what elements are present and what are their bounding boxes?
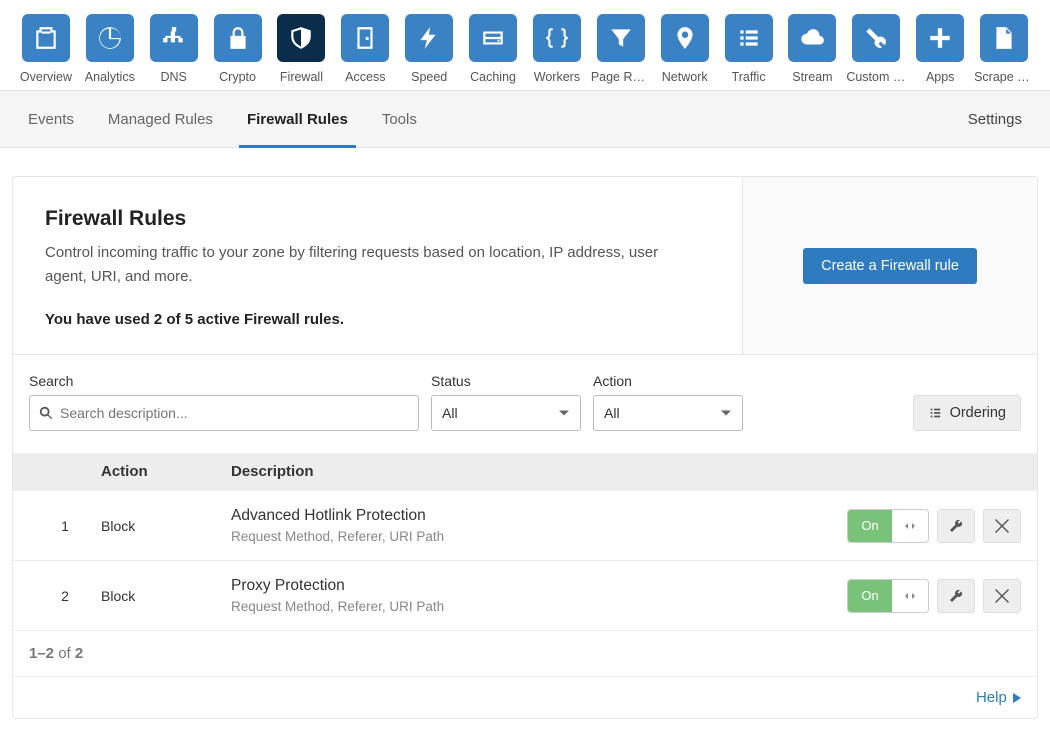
row-action: Block [101,518,231,534]
topnav-item-speed[interactable]: Speed [397,14,461,84]
pin-icon [661,14,709,62]
row-number: 2 [29,588,101,604]
topnav-item-traffic[interactable]: Traffic [717,14,781,84]
delete-rule-button[interactable] [983,509,1021,543]
tab-managed-rules[interactable]: Managed Rules [108,91,213,147]
topnav-label: Scrape Shi... [974,70,1034,84]
row-action: Block [101,588,231,604]
toggle-on-label: On [848,510,892,542]
shield-icon [277,14,325,62]
search-label: Search [29,373,419,389]
row-subtitle: Request Method, Referer, URI Path [231,529,811,544]
cloud-icon [788,14,836,62]
row-number: 1 [29,518,101,534]
topnav-label: Traffic [732,70,766,84]
search-icon [39,406,53,420]
topnav-item-scrape-shi-[interactable]: Scrape Shi... [972,14,1036,84]
bolt-icon [405,14,453,62]
col-header-description: Description [231,463,811,480]
action-select[interactable]: All [593,395,743,431]
topnav-label: Analytics [85,70,135,84]
delete-rule-button[interactable] [983,579,1021,613]
topnav-label: Crypto [219,70,256,84]
row-title: Advanced Hotlink Protection [231,507,811,525]
status-select[interactable]: All [431,395,581,431]
toggle-on-label: On [848,580,892,612]
topnav-item-overview[interactable]: Overview [14,14,78,84]
topnav-item-analytics[interactable]: Analytics [78,14,142,84]
row-title: Proxy Protection [231,577,811,595]
clipboard-icon [22,14,70,62]
wrench-icon [948,588,964,604]
topnav-label: Caching [470,70,516,84]
topnav-item-workers[interactable]: Workers [525,14,589,84]
usage-text: You have used 2 of 5 active Firewall rul… [45,311,710,328]
table-row: 2BlockProxy Protection Request Method, Re… [13,560,1037,630]
help-link[interactable]: Help [13,676,1037,718]
sitemap-icon [150,14,198,62]
search-input[interactable] [29,395,419,431]
table-row: 1BlockAdvanced Hotlink Protection Request… [13,490,1037,560]
topnav-item-page-rules[interactable]: Page Rules [589,14,653,84]
ordering-button[interactable]: Ordering [913,395,1021,431]
wrench-icon [948,518,964,534]
topnav-item-access[interactable]: Access [333,14,397,84]
list-icon [725,14,773,62]
topnav-label: Apps [926,70,955,84]
page-title: Firewall Rules [45,207,710,231]
pie-icon [86,14,134,62]
braces-icon [533,14,581,62]
topnav-label: Page Rules [591,70,651,84]
topnav-label: Network [662,70,708,84]
caret-right-icon [1013,693,1021,703]
topnav-label: Access [345,70,385,84]
rule-toggle[interactable]: On [847,579,929,613]
page-description: Control incoming traffic to your zone by… [45,241,665,289]
topnav-item-dns[interactable]: DNS [142,14,206,84]
file-icon [980,14,1028,62]
topnav-item-firewall[interactable]: Firewall [270,14,334,84]
tab-firewall-rules[interactable]: Firewall Rules [247,91,348,147]
lock-icon [214,14,262,62]
rule-toggle[interactable]: On [847,509,929,543]
ordering-button-label: Ordering [950,405,1006,421]
plus-icon [916,14,964,62]
col-header-action: Action [101,463,231,480]
wrench-icon [852,14,900,62]
edit-rule-button[interactable] [937,509,975,543]
edit-rule-button[interactable] [937,579,975,613]
topnav-label: Stream [792,70,832,84]
topnav-item-stream[interactable]: Stream [781,14,845,84]
close-icon [995,589,1009,603]
toggle-handle-icon [892,510,928,542]
topnav-label: Overview [20,70,72,84]
status-label: Status [431,373,581,389]
topnav-label: Workers [534,70,580,84]
settings-link[interactable]: Settings [968,91,1022,147]
topnav-item-crypto[interactable]: Crypto [206,14,270,84]
funnel-icon [597,14,645,62]
row-subtitle: Request Method, Referer, URI Path [231,599,811,614]
door-icon [341,14,389,62]
topnav-item-custom-pa-[interactable]: Custom Pa... [844,14,908,84]
topnav-label: Speed [411,70,447,84]
action-label: Action [593,373,743,389]
toggle-handle-icon [892,580,928,612]
topnav-item-caching[interactable]: Caching [461,14,525,84]
close-icon [995,519,1009,533]
ordering-icon [928,406,942,420]
tab-tools[interactable]: Tools [382,91,417,147]
tab-events[interactable]: Events [28,91,74,147]
drive-icon [469,14,517,62]
topnav-item-apps[interactable]: Apps [908,14,972,84]
topnav-label: Custom Pa... [846,70,906,84]
topnav-label: Firewall [280,70,323,84]
topnav-item-network[interactable]: Network [653,14,717,84]
topnav-label: DNS [160,70,186,84]
pagination-text: 1–2 of 2 [13,630,1037,676]
create-firewall-rule-button[interactable]: Create a Firewall rule [803,248,977,284]
